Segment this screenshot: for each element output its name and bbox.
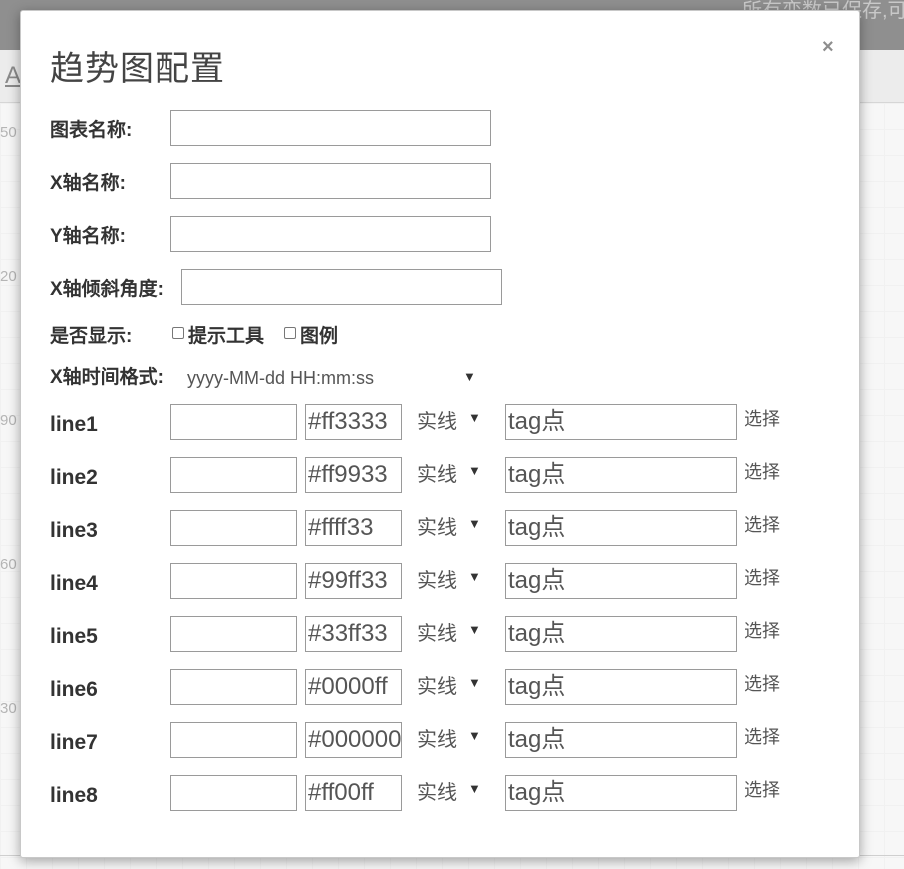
background-y-tick: 60 bbox=[0, 556, 17, 573]
x-axis-tilt-input[interactable] bbox=[181, 269, 502, 305]
choose-tag-button[interactable]: 选择 bbox=[744, 461, 780, 483]
line-name-input[interactable] bbox=[170, 404, 297, 440]
x-axis-name-input[interactable] bbox=[170, 163, 491, 199]
chevron-down-icon: ▼ bbox=[468, 569, 481, 584]
chevron-down-icon: ▼ bbox=[468, 463, 481, 478]
close-icon[interactable]: × bbox=[822, 37, 834, 57]
line-tag-input[interactable]: tag点 bbox=[505, 563, 737, 599]
background-y-tick: 20 bbox=[0, 268, 17, 285]
line-tag-input[interactable]: tag点 bbox=[505, 616, 737, 652]
line-tag-input[interactable]: tag点 bbox=[505, 404, 737, 440]
line-name-input[interactable] bbox=[170, 563, 297, 599]
tooltip-checkbox-label: 提示工具 bbox=[188, 326, 265, 347]
line-color-input[interactable]: #ff3333 bbox=[305, 404, 402, 440]
legend-checkbox[interactable] bbox=[284, 327, 296, 339]
legend-checkbox-label: 图例 bbox=[300, 326, 339, 347]
chevron-down-icon: ▼ bbox=[468, 622, 481, 637]
line-label: line5 bbox=[50, 625, 98, 648]
choose-tag-button[interactable]: 选择 bbox=[744, 726, 780, 748]
x-axis-name-label: X轴名称: bbox=[50, 173, 127, 194]
chevron-down-icon: ▼ bbox=[468, 675, 481, 690]
background-y-tick: 50 bbox=[0, 124, 17, 141]
line-name-input[interactable] bbox=[170, 722, 297, 758]
trend-chart-config-dialog: 趋势图配置 × 图表名称: X轴名称: Y轴名称: X轴倾斜角度: 是否显示: … bbox=[20, 10, 860, 858]
time-format-value: yyyy-MM-dd HH:mm:ss bbox=[187, 368, 374, 388]
display-options-label: 是否显示: bbox=[50, 326, 133, 347]
choose-tag-button[interactable]: 选择 bbox=[744, 408, 780, 430]
background-y-tick: 30 bbox=[0, 700, 17, 717]
line-color-input[interactable]: #000000 bbox=[305, 722, 402, 758]
line-tag-input[interactable]: tag点 bbox=[505, 457, 737, 493]
line-style-select[interactable]: 实线 bbox=[417, 622, 457, 646]
y-axis-name-label: Y轴名称: bbox=[50, 226, 127, 247]
chevron-down-icon: ▼ bbox=[468, 410, 481, 425]
line-tag-input[interactable]: tag点 bbox=[505, 722, 737, 758]
line-style-select[interactable]: 实线 bbox=[417, 463, 457, 487]
line-label: line6 bbox=[50, 678, 98, 701]
line-label: line1 bbox=[50, 413, 98, 436]
line-style-select[interactable]: 实线 bbox=[417, 675, 457, 699]
line-style-select[interactable]: 实线 bbox=[417, 781, 457, 805]
chart-name-label: 图表名称: bbox=[50, 120, 133, 141]
line-label: line8 bbox=[50, 784, 98, 807]
chevron-down-icon: ▼ bbox=[468, 516, 481, 531]
line-label: line4 bbox=[50, 572, 98, 595]
line-tag-input[interactable]: tag点 bbox=[505, 669, 737, 705]
background-subbar-letter: A bbox=[5, 62, 22, 89]
line-name-input[interactable] bbox=[170, 669, 297, 705]
line-label: line3 bbox=[50, 519, 98, 542]
line-color-input[interactable]: #0000ff bbox=[305, 669, 402, 705]
dialog-title: 趋势图配置 bbox=[50, 50, 225, 88]
line-color-input[interactable]: #33ff33 bbox=[305, 616, 402, 652]
line-style-select[interactable]: 实线 bbox=[417, 516, 457, 540]
time-format-label: X轴时间格式: bbox=[50, 367, 165, 388]
line-tag-input[interactable]: tag点 bbox=[505, 775, 737, 811]
line-color-input[interactable]: #ff00ff bbox=[305, 775, 402, 811]
line-style-select[interactable]: 实线 bbox=[417, 569, 457, 593]
choose-tag-button[interactable]: 选择 bbox=[744, 620, 780, 642]
tooltip-checkbox[interactable] bbox=[172, 327, 184, 339]
chevron-down-icon: ▼ bbox=[468, 781, 481, 796]
line-style-select[interactable]: 实线 bbox=[417, 410, 457, 434]
chevron-down-icon: ▼ bbox=[468, 728, 481, 743]
line-style-select[interactable]: 实线 bbox=[417, 728, 457, 752]
line-name-input[interactable] bbox=[170, 616, 297, 652]
line-label: line7 bbox=[50, 731, 98, 754]
line-name-input[interactable] bbox=[170, 457, 297, 493]
choose-tag-button[interactable]: 选择 bbox=[744, 779, 780, 801]
chevron-down-icon: ▼ bbox=[463, 369, 476, 384]
line-color-input[interactable]: #99ff33 bbox=[305, 563, 402, 599]
choose-tag-button[interactable]: 选择 bbox=[744, 567, 780, 589]
chart-name-input[interactable] bbox=[170, 110, 491, 146]
line-name-input[interactable] bbox=[170, 510, 297, 546]
x-axis-tilt-label: X轴倾斜角度: bbox=[50, 279, 165, 300]
choose-tag-button[interactable]: 选择 bbox=[744, 673, 780, 695]
line-color-input[interactable]: #ff9933 bbox=[305, 457, 402, 493]
line-color-input[interactable]: #ffff33 bbox=[305, 510, 402, 546]
line-name-input[interactable] bbox=[170, 775, 297, 811]
background-y-tick: 90 bbox=[0, 412, 17, 429]
choose-tag-button[interactable]: 选择 bbox=[744, 514, 780, 536]
line-tag-input[interactable]: tag点 bbox=[505, 510, 737, 546]
line-label: line2 bbox=[50, 466, 98, 489]
y-axis-name-input[interactable] bbox=[170, 216, 491, 252]
